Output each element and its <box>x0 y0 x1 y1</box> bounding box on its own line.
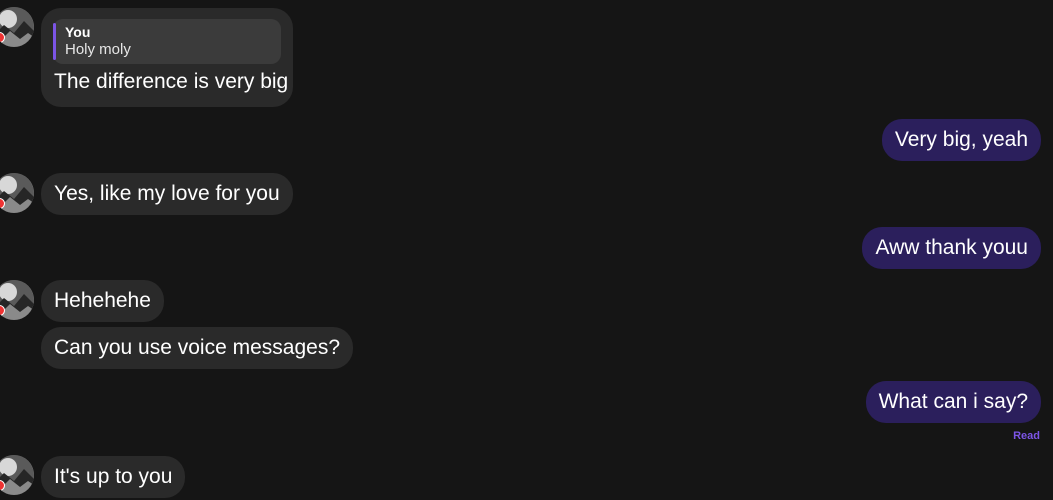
message-text: The difference is very big <box>54 70 289 93</box>
chat-thread: You Holy moly The difference is very big… <box>0 0 1053 500</box>
contact-avatar[interactable] <box>0 173 34 213</box>
incoming-message-bubble[interactable]: You Holy moly The difference is very big <box>41 8 293 107</box>
read-receipt: Read <box>1013 430 1040 442</box>
outgoing-message-bubble[interactable]: Very big, yeah <box>881 119 1041 161</box>
avatar-photo-icon <box>0 7 34 47</box>
incoming-message-bubble[interactable]: It's up to you <box>41 456 186 498</box>
contact-avatar[interactable] <box>0 280 34 320</box>
reply-quote-author: You <box>65 24 91 40</box>
message-text: Hehehehe <box>54 289 151 312</box>
message-text: What can i say? <box>878 390 1028 413</box>
incoming-message-bubble[interactable]: Yes, like my love for you <box>41 173 293 215</box>
incoming-message-bubble[interactable]: Hehehehe <box>41 280 164 322</box>
avatar-photo-icon <box>0 455 34 495</box>
outgoing-message-bubble[interactable]: What can i say? <box>865 381 1041 423</box>
incoming-message-bubble[interactable]: Can you use voice messages? <box>41 327 353 369</box>
avatar-photo-icon <box>0 173 34 213</box>
message-text: Yes, like my love for you <box>54 182 280 205</box>
reply-quote-text: Holy moly <box>65 41 131 58</box>
contact-avatar[interactable] <box>0 455 34 495</box>
message-text: Very big, yeah <box>894 128 1028 151</box>
outgoing-message-bubble[interactable]: Aww thank youu <box>862 227 1041 269</box>
avatar-photo-icon <box>0 280 34 320</box>
message-text: It's up to you <box>54 465 173 488</box>
message-text: Can you use voice messages? <box>54 336 340 359</box>
reply-quote[interactable]: You Holy moly <box>53 19 281 64</box>
contact-avatar[interactable] <box>0 7 34 47</box>
message-text: Aww thank youu <box>875 236 1028 259</box>
